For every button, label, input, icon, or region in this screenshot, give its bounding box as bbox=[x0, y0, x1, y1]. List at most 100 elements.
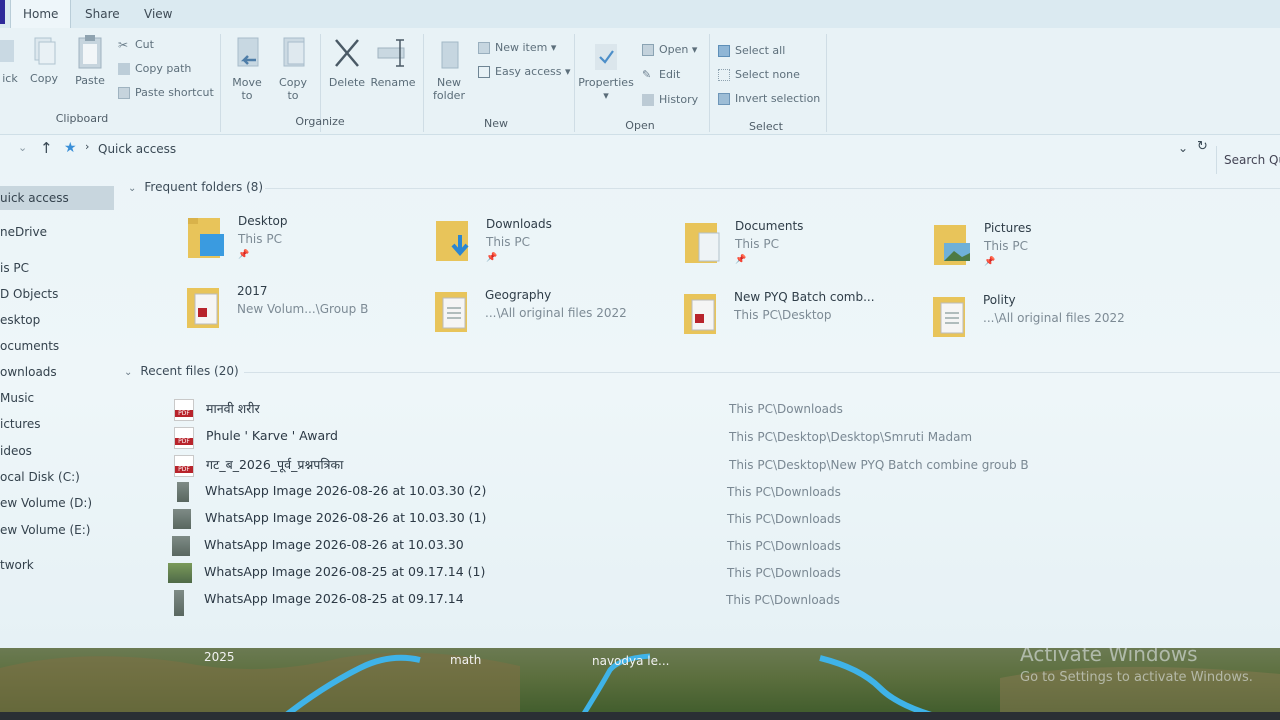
copy-to-button[interactable]: Copy to bbox=[272, 36, 314, 102]
select-all-button[interactable]: Select all bbox=[718, 42, 785, 60]
file-explorer-window: Home Share View ick Copy Paste ✂ Cut Copy… bbox=[0, 0, 1280, 648]
frequent-folders-title: Frequent folders (8) bbox=[144, 180, 264, 194]
file-name: WhatsApp Image 2026-08-25 at 09.17.14 bbox=[204, 591, 464, 606]
new-folder-button[interactable]: New folder bbox=[428, 40, 470, 102]
properties-button[interactable]: Properties ▾ bbox=[578, 42, 634, 102]
copy-button[interactable]: Copy bbox=[26, 36, 62, 85]
nav-item-new-volume-d[interactable]: ew Volume (D:) bbox=[0, 491, 92, 515]
nav-item-this-pc[interactable]: is PC bbox=[0, 256, 29, 280]
address-dropdown-icon[interactable]: ⌄ bbox=[1178, 141, 1188, 155]
docs-folder-icon bbox=[435, 292, 467, 332]
nav-item-desktop[interactable]: esktop bbox=[0, 308, 40, 332]
refresh-icon[interactable]: ↻ bbox=[1197, 139, 1208, 154]
file-location: This PC\Downloads bbox=[727, 512, 841, 526]
address-bar[interactable]: ⌄ ↑ ★ › Quick access ⌄ ↻ bbox=[0, 137, 1280, 163]
ribbon-tab-strip: Home Share View bbox=[0, 0, 1280, 28]
frequent-folders-header[interactable]: ⌄ Frequent folders (8) bbox=[128, 180, 263, 194]
move-to-label: Move to bbox=[232, 76, 262, 102]
list-item[interactable]: PDF गट_ब_2026_पूर्व_प्रश्नपत्रिका This P… bbox=[174, 453, 1074, 477]
documents-folder-icon bbox=[685, 223, 720, 263]
list-item[interactable]: WhatsApp Image 2026-08-25 at 09.17.14 Th… bbox=[174, 588, 1074, 616]
pdf-file-icon: PDF bbox=[174, 399, 194, 421]
file-location: This PC\Downloads bbox=[729, 402, 843, 416]
easy-access-label: Easy access bbox=[495, 65, 562, 78]
nav-item-pictures[interactable]: ictures bbox=[0, 412, 41, 436]
nav-item-music[interactable]: Music bbox=[0, 386, 34, 410]
list-item[interactable]: WhatsApp Image 2026-08-26 at 10.03.30 (1… bbox=[173, 507, 1073, 531]
nav-item-quick-access[interactable]: uick access bbox=[0, 186, 114, 210]
nav-item-videos[interactable]: ideos bbox=[0, 439, 32, 463]
desktop-icon-label[interactable]: math bbox=[450, 653, 481, 667]
section-divider bbox=[265, 188, 1280, 189]
folder-name: Geography bbox=[485, 288, 552, 302]
paste-icon bbox=[78, 35, 102, 69]
folder-path: ...\All original files 2022 bbox=[485, 306, 627, 320]
paste-shortcut-button[interactable]: Paste shortcut bbox=[118, 84, 214, 102]
folder-path: This PC bbox=[735, 237, 779, 251]
tab-home[interactable]: Home bbox=[10, 0, 72, 28]
copy-path-icon bbox=[118, 63, 130, 75]
nav-item-onedrive[interactable]: neDrive bbox=[0, 220, 47, 244]
pin-quick-access-button[interactable]: ick bbox=[0, 36, 20, 85]
nav-item-documents[interactable]: ocuments bbox=[0, 334, 59, 358]
folder-name: Documents bbox=[735, 219, 804, 233]
folder-desktop[interactable]: Desktop This PC 📌 bbox=[188, 214, 428, 270]
nav-item-network[interactable]: twork bbox=[0, 553, 34, 577]
delete-button[interactable]: Delete bbox=[324, 36, 370, 89]
open-group-label: Open bbox=[625, 119, 655, 132]
recent-files-header[interactable]: ⌄ Recent files (20) bbox=[124, 364, 239, 378]
desktop-icon-label[interactable]: navodya le... bbox=[592, 654, 669, 668]
nav-item-new-volume-e[interactable]: ew Volume (E:) bbox=[0, 518, 90, 542]
folder-downloads[interactable]: Downloads This PC 📌 bbox=[436, 217, 676, 273]
folder-documents[interactable]: Documents This PC 📌 bbox=[685, 219, 925, 275]
folder-new-pyq-batch[interactable]: New PYQ Batch comb... This PC\Desktop bbox=[684, 290, 924, 346]
paste-button[interactable]: Paste bbox=[70, 34, 110, 87]
nav-item-local-disk-c[interactable]: ocal Disk (C:) bbox=[0, 465, 80, 489]
edit-label: Edit bbox=[659, 68, 681, 81]
list-item[interactable]: PDF मानवी शरीर This PC\Downloads bbox=[174, 397, 1074, 421]
folder-name: 2017 bbox=[237, 284, 268, 298]
cut-button[interactable]: ✂ Cut bbox=[118, 36, 154, 54]
easy-access-button[interactable]: Easy access ▾ bbox=[478, 63, 571, 81]
new-item-button[interactable]: New item ▾ bbox=[478, 39, 556, 57]
tab-view[interactable]: View bbox=[144, 0, 172, 28]
tab-share[interactable]: Share bbox=[85, 0, 120, 28]
navigation-pane: uick access neDrive is PC D Objects eskt… bbox=[0, 178, 116, 648]
list-item[interactable]: WhatsApp Image 2026-08-26 at 10.03.30 Th… bbox=[172, 534, 1072, 558]
copy-label: Copy bbox=[30, 72, 58, 85]
folder-name: New PYQ Batch comb... bbox=[734, 290, 875, 304]
nav-item-downloads[interactable]: ownloads bbox=[0, 360, 57, 384]
chevron-down-icon[interactable]: ⌄ bbox=[18, 141, 27, 154]
history-button[interactable]: History bbox=[642, 91, 698, 109]
desktop-icon-label[interactable]: 2025 bbox=[204, 650, 235, 664]
ribbon-separator bbox=[709, 34, 710, 132]
copy-path-button[interactable]: Copy path bbox=[118, 60, 191, 78]
folder-name: Polity bbox=[983, 293, 1016, 307]
file-name: गट_ब_2026_पूर्व_प्रश्नपत्रिका bbox=[206, 457, 344, 472]
breadcrumb[interactable]: Quick access bbox=[98, 142, 176, 156]
file-name: WhatsApp Image 2026-08-26 at 10.03.30 (2… bbox=[205, 483, 487, 498]
select-group-label: Select bbox=[749, 120, 783, 133]
chevron-down-icon: ⌄ bbox=[128, 183, 137, 194]
list-item[interactable]: WhatsApp Image 2026-08-25 at 09.17.14 (1… bbox=[168, 561, 1068, 585]
folder-path: This PC bbox=[238, 232, 282, 246]
move-to-button[interactable]: Move to bbox=[226, 36, 268, 102]
open-button[interactable]: Open ▾ bbox=[642, 41, 697, 59]
window-edge bbox=[0, 0, 5, 24]
rename-button[interactable]: Rename bbox=[370, 36, 416, 89]
invert-selection-button[interactable]: Invert selection bbox=[718, 90, 820, 108]
folder-2017[interactable]: 2017 New Volum...\Group B bbox=[187, 284, 427, 340]
pdf-folder-icon bbox=[187, 288, 219, 328]
edit-button[interactable]: ✎ Edit bbox=[642, 66, 680, 84]
ribbon-separator bbox=[574, 34, 575, 132]
recent-files-title: Recent files (20) bbox=[140, 364, 239, 378]
folder-geography[interactable]: Geography ...\All original files 2022 bbox=[435, 288, 675, 344]
folder-pictures[interactable]: Pictures This PC 📌 bbox=[934, 221, 1174, 277]
search-input[interactable]: Search Qu bbox=[1216, 146, 1280, 174]
up-arrow-icon[interactable]: ↑ bbox=[40, 139, 53, 157]
nav-item-3d-objects[interactable]: D Objects bbox=[0, 282, 58, 306]
folder-polity[interactable]: Polity ...\All original files 2022 bbox=[933, 293, 1173, 349]
select-none-button[interactable]: Select none bbox=[718, 66, 800, 84]
list-item[interactable]: PDF Phule ' Karve ' Award This PC\Deskto… bbox=[174, 425, 1074, 449]
list-item[interactable]: WhatsApp Image 2026-08-26 at 10.03.30 (2… bbox=[174, 480, 1074, 504]
